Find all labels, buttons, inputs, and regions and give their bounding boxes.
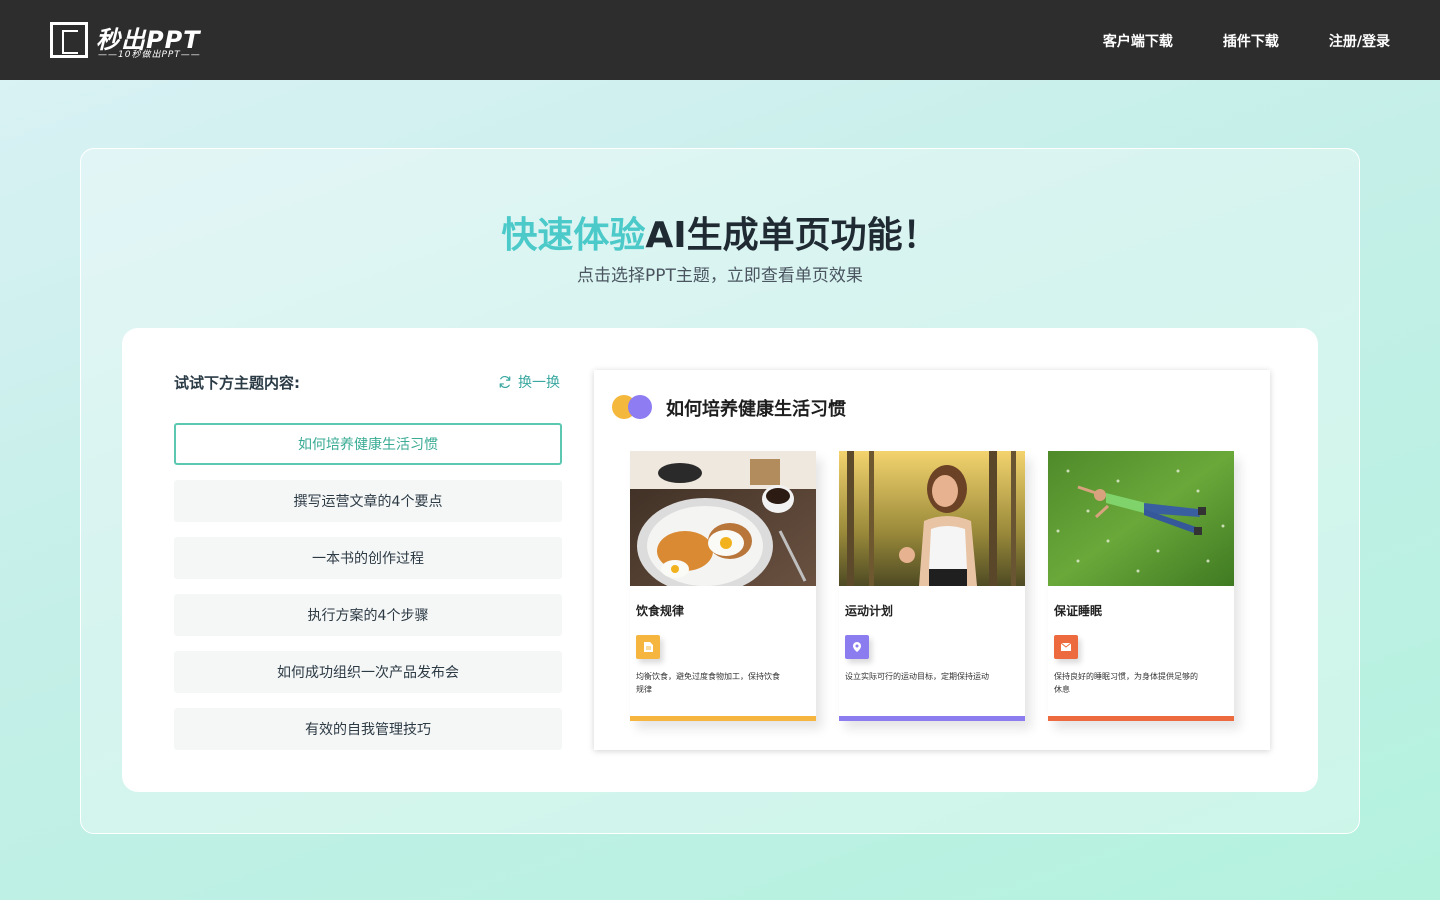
card-description: 保持良好的睡眠习惯，为身体提供足够的休息 <box>1054 672 1198 694</box>
topic-item[interactable]: 有效的自我管理技巧 <box>174 708 562 750</box>
card-description: 设立实际可行的运动目标，定期保持运动 <box>845 672 989 681</box>
nav-links: 客户端下载 插件下载 注册/登录 <box>1103 31 1390 51</box>
card-title: 保证睡眠 <box>1054 604 1103 618</box>
hero-title-rest: AI生成单页功能！ <box>645 215 939 256</box>
logo-tagline: ——10秒做出PPT—— <box>98 50 201 60</box>
slide-title: 如何培养健康生活习惯 <box>666 399 846 420</box>
card-title: 运动计划 <box>845 604 894 618</box>
topic-item[interactable]: 如何成功组织一次产品发布会 <box>174 651 562 693</box>
logo-mark-icon <box>50 22 88 58</box>
topic-item[interactable]: 执行方案的4个步骤 <box>174 594 562 636</box>
refresh-icon <box>499 376 511 388</box>
nav-plugin-download[interactable]: 插件下载 <box>1223 31 1279 51</box>
card-accent-bar <box>1048 716 1234 721</box>
nav-client-download[interactable]: 客户端下载 <box>1103 31 1173 51</box>
card-title: 饮食规律 <box>636 604 685 618</box>
breakfast-photo <box>630 451 816 586</box>
slide-card: 保证睡眠 保持良好的睡眠习惯，为身体提供足够的休息 <box>1048 451 1234 721</box>
card-accent-bar <box>839 716 1025 721</box>
topic-item[interactable]: 一本书的创作过程 <box>174 537 562 579</box>
nav-register-login[interactable]: 注册/登录 <box>1329 31 1390 51</box>
refresh-button[interactable]: 换一换 <box>498 372 560 392</box>
slide-card: 饮食规律 均衡饮食，避免过度食物加工，保持饮食规律 <box>630 451 816 721</box>
logo[interactable]: 秒出PPT ——10秒做出PPT—— <box>50 22 220 60</box>
topic-picker-label: 试试下方主题内容: <box>174 374 300 392</box>
hero-title-accent: 快速体验 <box>501 215 646 256</box>
topic-item[interactable]: 撰写运营文章的4个要点 <box>174 480 562 522</box>
topic-list: 如何培养健康生活习惯 撰写运营文章的4个要点 一本书的创作过程 执行方案的4个步… <box>174 423 562 765</box>
running-woman-photo <box>839 451 1025 586</box>
refresh-label: 换一换 <box>518 375 560 391</box>
card-description: 均衡饮食，避免过度食物加工，保持饮食规律 <box>636 672 780 694</box>
top-navbar: 秒出PPT ——10秒做出PPT—— 客户端下载 插件下载 注册/登录 <box>0 0 1440 80</box>
document-icon <box>636 635 660 659</box>
slide-card: 运动计划 设立实际可行的运动目标，定期保持运动 <box>839 451 1025 721</box>
mail-icon <box>1054 635 1078 659</box>
hero-subtitle: 点击选择PPT主题，立即查看单页效果 <box>577 266 863 286</box>
slide-logo-dots-icon <box>612 394 656 420</box>
topic-item-active[interactable]: 如何培养健康生活习惯 <box>174 423 562 465</box>
hero-title: 快速体验AI生成单页功能！ <box>0 206 1440 258</box>
lying-on-grass-photo <box>1048 451 1234 586</box>
card-accent-bar <box>630 716 816 721</box>
location-pin-icon <box>845 635 869 659</box>
